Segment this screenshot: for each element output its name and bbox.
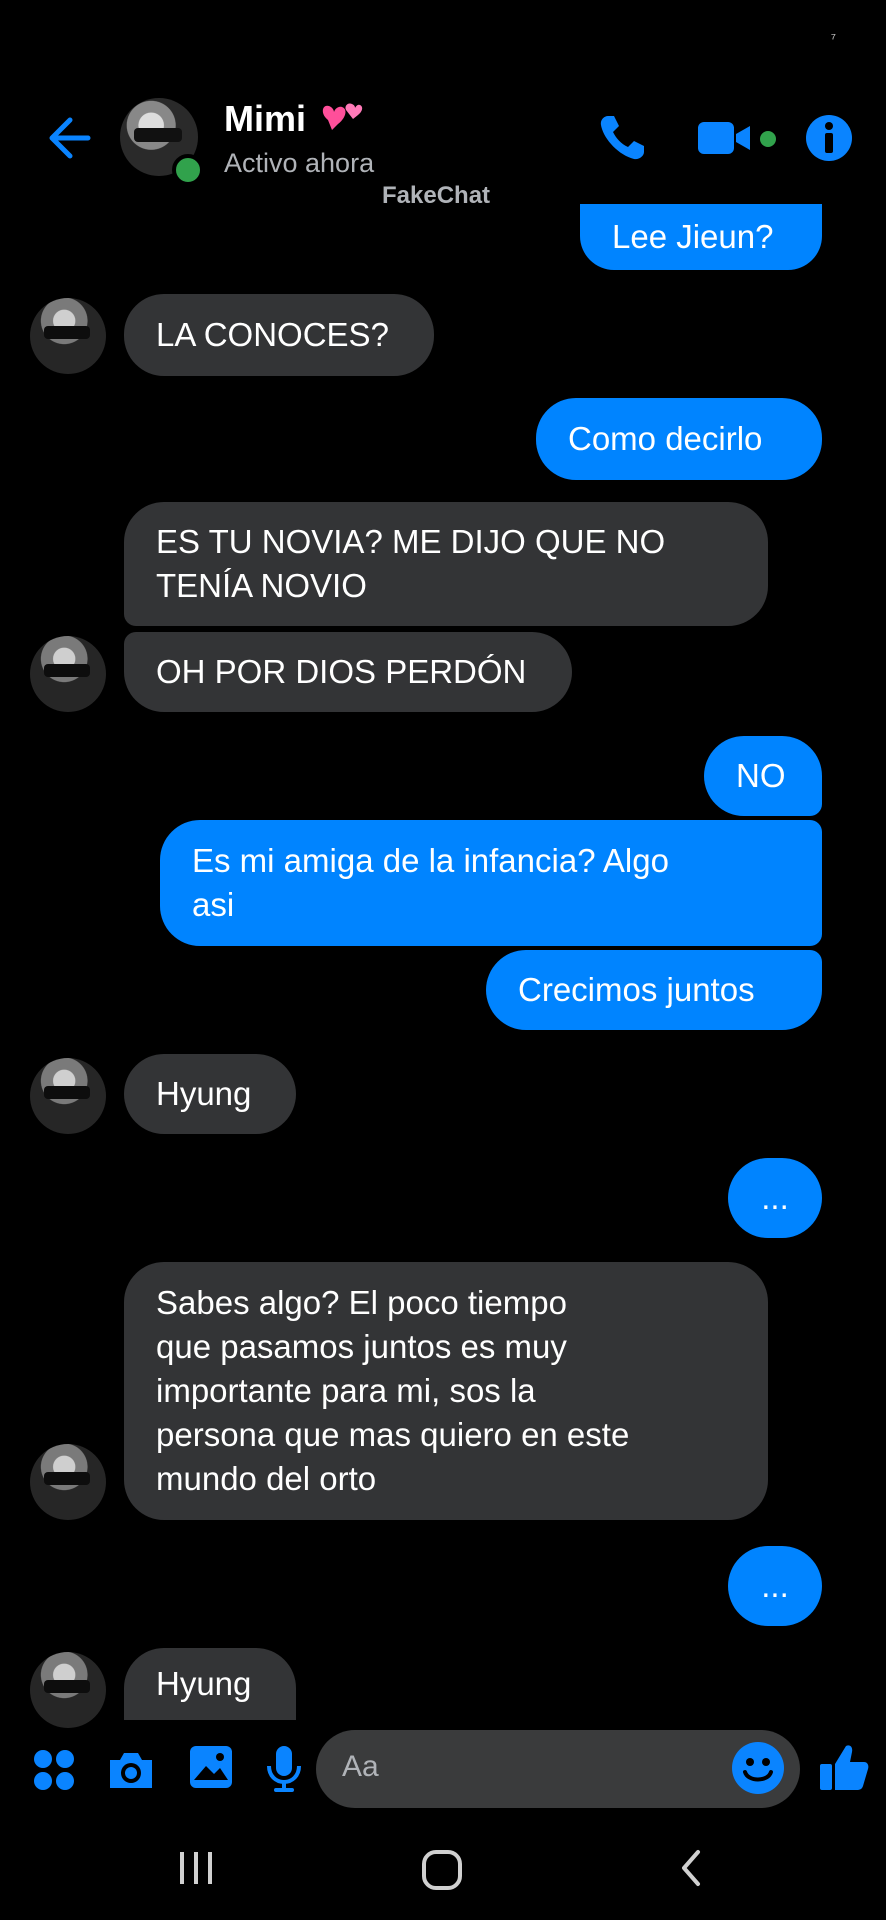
avatar (30, 636, 106, 712)
avatar (30, 1444, 106, 1520)
back-icon[interactable] (676, 1848, 706, 1888)
recent-apps-icon[interactable] (176, 1848, 216, 1888)
camera-icon[interactable] (106, 1748, 156, 1792)
avatar (30, 1652, 106, 1728)
message-bubble[interactable]: Crecimos juntos (486, 950, 822, 1030)
avatar (30, 298, 106, 374)
phone-icon[interactable] (594, 110, 650, 166)
message-input-placeholder: Aa (342, 1750, 379, 1783)
message-bubble[interactable]: Hyung (124, 1648, 296, 1720)
gallery-icon[interactable] (188, 1744, 234, 1790)
watermark: FakeChat (382, 182, 491, 209)
video-active-indicator (760, 131, 776, 147)
message-bubble[interactable]: ... (728, 1546, 822, 1626)
message-bubble[interactable]: NO (704, 736, 822, 816)
message-bubble[interactable]: Sabes algo? El poco tiempo que pasamos j… (124, 1262, 768, 1520)
chat-header: Mimi Activo ahora FakeChat (0, 90, 886, 209)
system-navigation-bar (0, 1830, 886, 1920)
avatar (30, 1058, 106, 1134)
two-hearts-icon (322, 103, 363, 130)
message-bubble[interactable]: Es mi amiga de la infancia? Algo asi (160, 820, 822, 946)
emoji-icon[interactable] (730, 1740, 786, 1796)
message-composer: Aa (0, 1724, 886, 1814)
apps-icon[interactable] (32, 1748, 76, 1792)
message-input[interactable]: Aa (316, 1730, 800, 1808)
back-arrow-icon[interactable] (42, 112, 94, 164)
message-bubble[interactable]: ES TU NOVIA? ME DIJO QUE NO TENÍA NOVIO (124, 502, 768, 626)
online-indicator (172, 154, 204, 186)
contact-status: Activo ahora (224, 148, 375, 178)
contact-name[interactable]: Mimi (224, 98, 306, 140)
microphone-icon[interactable] (264, 1744, 304, 1794)
message-bubble[interactable]: Como decirlo (536, 398, 822, 480)
video-camera-icon[interactable] (696, 110, 756, 166)
home-icon[interactable] (420, 1848, 464, 1892)
message-bubble[interactable]: LA CONOCES? (124, 294, 434, 376)
message-bubble[interactable]: OH POR DIOS PERDÓN (124, 632, 572, 712)
message-bubble[interactable]: ... (728, 1158, 822, 1238)
message-bubble[interactable]: Hyung (124, 1054, 296, 1134)
message-bubble[interactable]: Lee Jieun? (580, 204, 822, 270)
info-icon[interactable] (804, 110, 854, 166)
thumbs-up-icon[interactable] (818, 1742, 870, 1794)
status-indicator: ⁷ (830, 30, 836, 46)
